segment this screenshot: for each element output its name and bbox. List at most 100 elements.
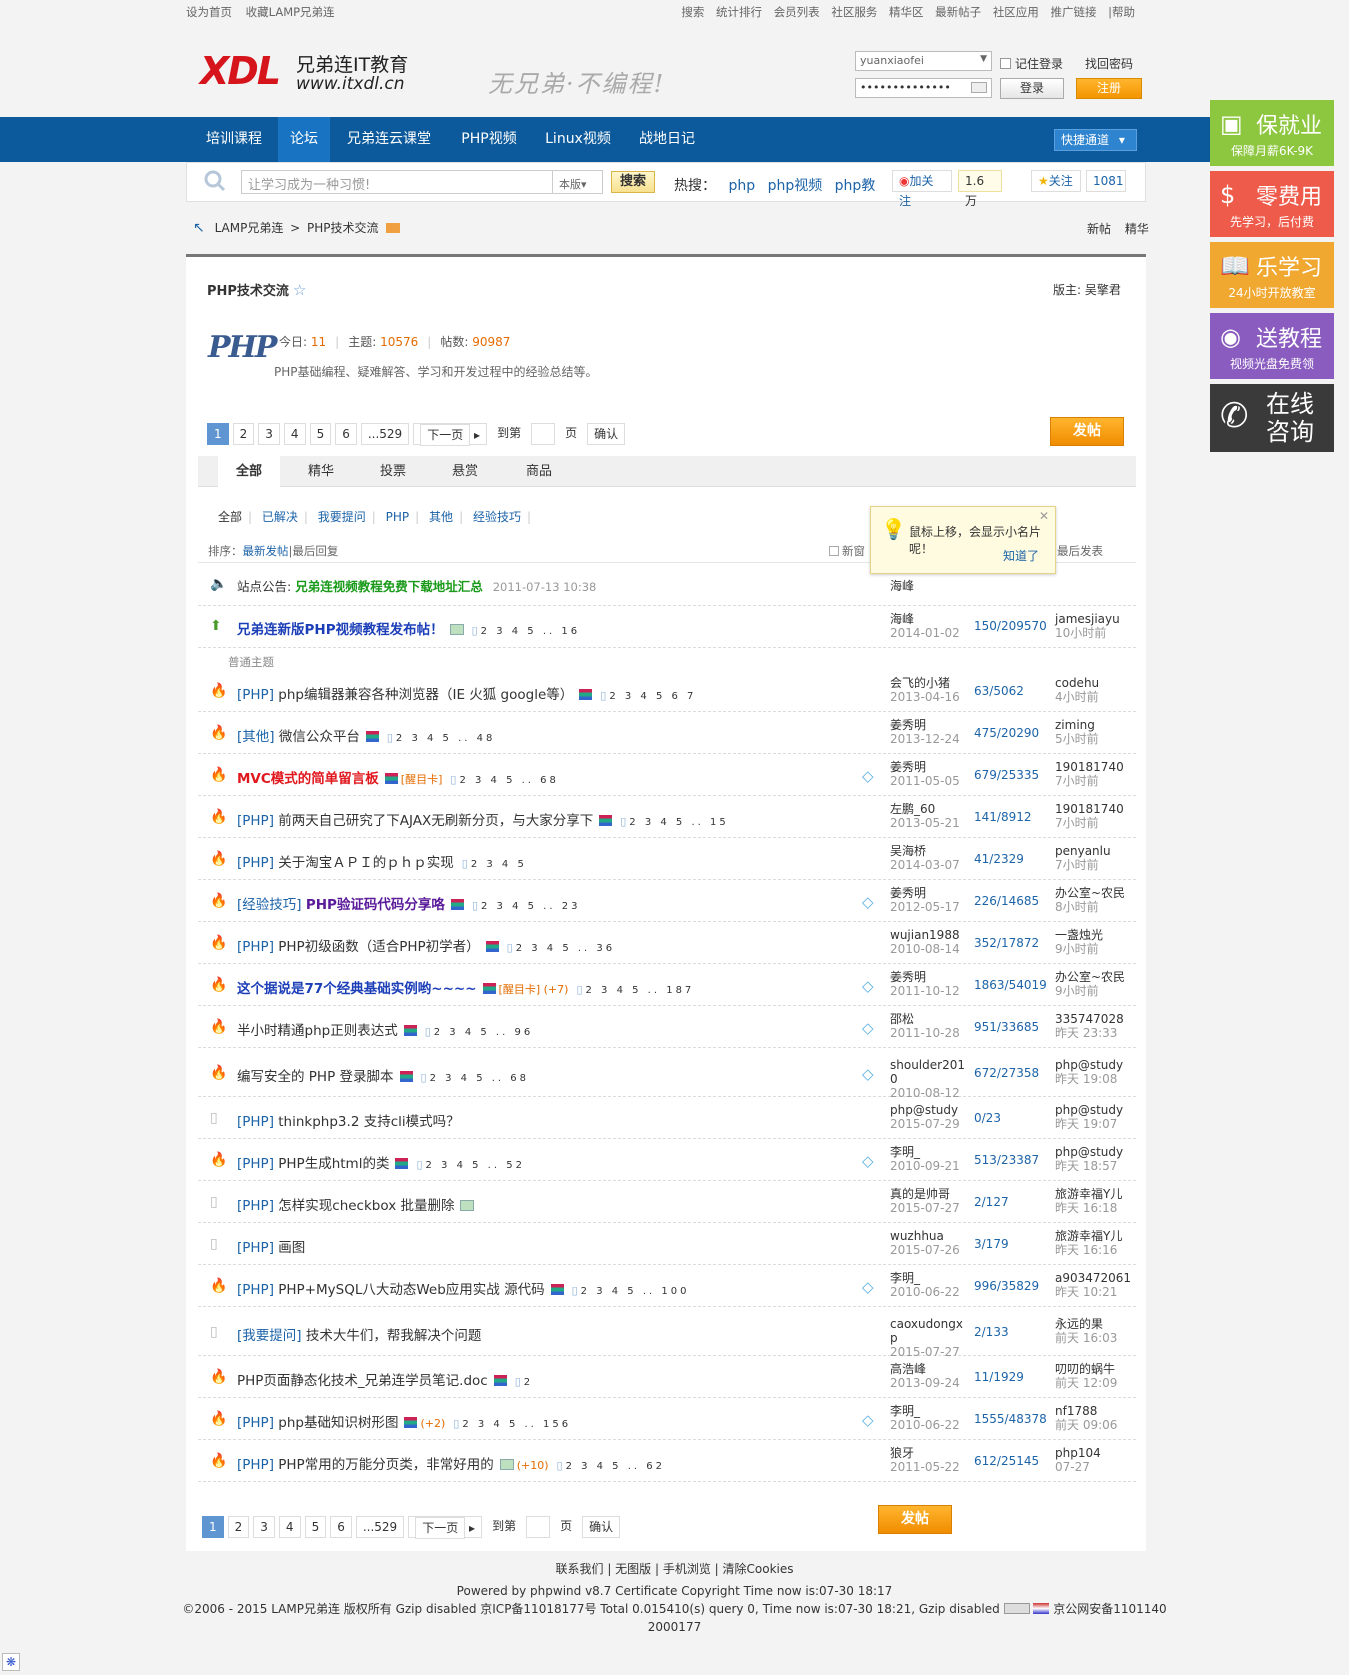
toplink-newposts[interactable]: 最新帖子	[935, 5, 981, 19]
breadcrumb-forum[interactable]: PHP技术交流	[307, 221, 379, 235]
thread-category[interactable]: [其他]	[237, 729, 275, 745]
thread-title[interactable]: MVC模式的简单留言板	[237, 771, 379, 787]
promo-employment[interactable]: ▣ 保就业 保障月薪6K-9K	[1210, 100, 1334, 166]
thread-category[interactable]: [PHP]	[237, 1240, 274, 1256]
last-post-user[interactable]: 旅游幸福Y儿	[1055, 1187, 1122, 1201]
last-post-user[interactable]: php@study	[1055, 1145, 1123, 1159]
new-window-checkbox[interactable]: 新窗	[829, 543, 865, 559]
page-link[interactable]: 2	[227, 1516, 250, 1538]
thread-author[interactable]: wujian1988	[890, 928, 960, 942]
nav-item-forum[interactable]: 论坛	[278, 117, 330, 162]
last-post-user[interactable]: 335747028	[1055, 1012, 1124, 1026]
promo-consult[interactable]: ✆ 在线咨询	[1210, 384, 1334, 452]
announcement-author[interactable]: 海峰	[890, 579, 914, 593]
set-homepage-link[interactable]: 设为首页	[186, 5, 232, 19]
last-post-user[interactable]: 190181740	[1055, 760, 1124, 774]
filter-other[interactable]: 其他	[429, 510, 453, 524]
thread-category[interactable]: [PHP]	[237, 1457, 274, 1473]
page-link[interactable]: 1	[202, 1516, 224, 1538]
last-post-user[interactable]: jamesjiayu	[1055, 612, 1120, 626]
last-post-user[interactable]: codehu	[1055, 676, 1099, 690]
last-post-user[interactable]: 永远的果	[1055, 1317, 1103, 1331]
last-post-user[interactable]: 190181740	[1055, 802, 1124, 816]
promo-learning[interactable]: 📖 乐学习 24小时开放教室	[1210, 242, 1334, 308]
promo-tutorials[interactable]: ◉ 送教程 视频光盘免费领	[1210, 313, 1334, 379]
thread-title[interactable]: 关于淘宝ＡＰＩ的ｐｈｐ实现	[278, 855, 454, 871]
tab-digest[interactable]: 精华	[290, 456, 352, 487]
rss-icon[interactable]	[386, 223, 401, 233]
thread-pages[interactable]: 2 3 4 5 .. 187	[586, 985, 695, 996]
filter-all[interactable]: 全部	[218, 510, 242, 524]
last-post-user[interactable]: 办公室~农民	[1055, 970, 1125, 984]
last-post-user[interactable]: a903472061	[1055, 1271, 1131, 1285]
breadcrumb-home[interactable]: LAMP兄弟连	[215, 221, 284, 235]
thread-pages[interactable]: 2 3 4 5 .. 36	[516, 943, 615, 954]
thread-title[interactable]: 半小时精通php正则表达式	[237, 1023, 398, 1039]
thread-pages[interactable]: 2 3 4 5 .. 16	[481, 626, 580, 637]
page-link[interactable]: 4	[283, 423, 306, 445]
toplink-apps[interactable]: 社区应用	[993, 5, 1039, 19]
thread-category[interactable]: [PHP]	[237, 939, 274, 955]
thread-pages[interactable]: 2 3 4 5 .. 100	[581, 1286, 690, 1297]
toplink-search[interactable]: 搜索	[681, 5, 704, 19]
thread-category[interactable]: [PHP]	[237, 1114, 274, 1130]
thread-title[interactable]: PHP常用的万能分页类，非常好用的	[278, 1457, 493, 1473]
moderator-name[interactable]: 吴擎君	[1085, 283, 1121, 297]
page-link[interactable]: 5	[304, 1516, 327, 1538]
thread-author[interactable]: 姜秀明	[890, 760, 926, 774]
thread-pages[interactable]: 2 3 4 5 .. 23	[481, 901, 580, 912]
page-link[interactable]: 4	[278, 1516, 301, 1538]
footer-police[interactable]: 京公网安备1101140	[1053, 1602, 1166, 1616]
hot-keyword[interactable]: php	[728, 178, 755, 194]
toplink-promo[interactable]: 推广链接	[1050, 5, 1096, 19]
thread-category[interactable]: [PHP]	[237, 1415, 274, 1431]
page-link[interactable]: 2	[232, 423, 255, 445]
thread-title[interactable]: thinkphp3.2 支持cli模式吗？	[278, 1114, 459, 1130]
sort-latest[interactable]: 最新发帖	[243, 544, 289, 558]
thread-category[interactable]: [PHP]	[237, 1282, 274, 1298]
thread-category[interactable]: [PHP]	[237, 687, 274, 703]
close-icon[interactable]: ✕	[1039, 509, 1049, 523]
last-post-user[interactable]: 一盏烛光	[1055, 928, 1103, 942]
promo-zero-cost[interactable]: $ 零费用 先学习，后付费	[1210, 171, 1334, 237]
thread-author[interactable]: 李明_	[890, 1271, 920, 1285]
quick-access-dropdown[interactable]: 快捷通道 ▾	[1054, 129, 1137, 151]
filter-solved[interactable]: 已解决	[262, 510, 298, 524]
filter-php[interactable]: PHP	[386, 510, 410, 524]
register-button[interactable]: 注册	[1076, 78, 1142, 99]
toplink-members[interactable]: 会员列表	[774, 5, 820, 19]
page-link[interactable]: 6	[335, 423, 357, 445]
thread-author[interactable]: 邵松	[890, 1012, 914, 1026]
thread-author[interactable]: 姜秀明	[890, 718, 926, 732]
new-posts-link[interactable]: 新帖	[1087, 222, 1111, 236]
page-link-last[interactable]: ...529	[360, 423, 410, 445]
thread-pages[interactable]: 2 3 4 5 .. 48	[396, 733, 495, 744]
toplink-help[interactable]: |帮助	[1108, 5, 1135, 19]
thread-author[interactable]: 狼牙	[890, 1446, 914, 1460]
star-follow-button[interactable]: ★关注	[1031, 170, 1081, 192]
search-input[interactable]: 让学习成为一种习惯!	[241, 170, 553, 194]
next-page-button[interactable]: 下一页 ▸	[408, 1516, 483, 1539]
page-link-last[interactable]: ...529	[355, 1516, 405, 1538]
thread-pages[interactable]: 2 3 4 5 6 7	[609, 691, 696, 702]
last-post-user[interactable]: 办公室~农民	[1055, 886, 1125, 900]
thread-pages[interactable]: 2 3 4 5 .. 96	[434, 1027, 533, 1038]
search-button[interactable]: 搜索	[611, 171, 655, 193]
thread-category[interactable]: [PHP]	[237, 813, 274, 829]
toplink-digest[interactable]: 精华区	[889, 5, 924, 19]
thread-title[interactable]: PHP生成html的类	[278, 1156, 389, 1172]
thread-author[interactable]: shoulder2010	[890, 1058, 965, 1086]
new-post-button[interactable]: 发帖	[1050, 417, 1124, 446]
thread-author[interactable]: 李明_	[890, 1404, 920, 1418]
cnzz-badge-icon[interactable]	[1003, 1603, 1030, 1614]
filter-tips[interactable]: 经验技巧	[473, 510, 521, 524]
toplink-stats[interactable]: 统计排行	[716, 5, 762, 19]
nav-item-php-video[interactable]: PHP视频	[452, 117, 526, 162]
thread-author[interactable]: 吴海桥	[890, 844, 926, 858]
page-link[interactable]: 6	[330, 1516, 352, 1538]
tip-ok-link[interactable]: 知道了	[1003, 547, 1039, 564]
last-post-user[interactable]: 叨叨的蜗牛	[1055, 1362, 1115, 1376]
thread-author[interactable]: 左鹏_60	[890, 802, 935, 816]
weibo-follow-button[interactable]: ◉加关注	[892, 170, 952, 208]
tab-reward[interactable]: 悬赏	[434, 456, 496, 487]
